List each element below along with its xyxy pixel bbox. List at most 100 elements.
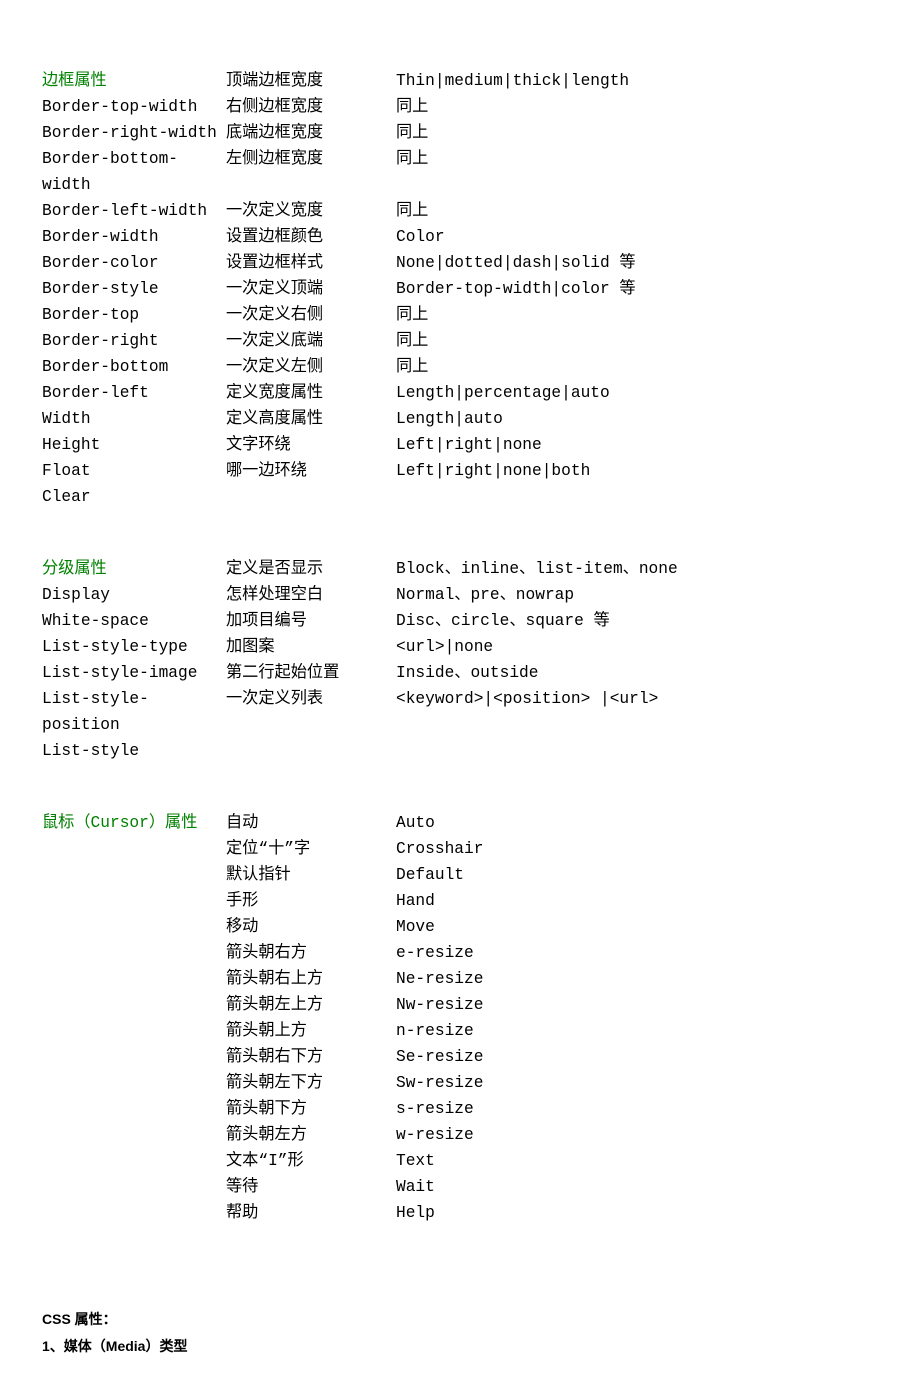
property-name (42, 836, 226, 862)
property-desc: 一次定义宽度 (226, 198, 396, 224)
property-name (42, 1070, 226, 1096)
property-desc: 定义宽度属性 (226, 380, 396, 406)
property-value: Auto (396, 810, 878, 836)
property-row: List-style-position一次定义列表<keyword>|<posi… (42, 686, 878, 738)
property-row: 分级属性定义是否显示Block、inline、list-item、none (42, 556, 878, 582)
property-row: Clear (42, 484, 878, 510)
property-desc: 箭头朝左下方 (226, 1070, 396, 1096)
property-row: 箭头朝右下方Se-resize (42, 1044, 878, 1070)
property-value: Length|auto (396, 406, 878, 432)
property-value: Thin|medium|thick|length (396, 68, 878, 94)
property-desc: 帮助 (226, 1200, 396, 1226)
property-desc: 定义高度属性 (226, 406, 396, 432)
property-desc: 一次定义左侧 (226, 354, 396, 380)
section-heading: 边框属性 (42, 68, 226, 94)
property-name: Border-style (42, 276, 226, 302)
property-value (396, 738, 878, 764)
property-row: White-space加项目编号Disc、circle、square 等 (42, 608, 878, 634)
property-name: Height (42, 432, 226, 458)
property-desc: 自动 (226, 810, 396, 836)
property-name: Width (42, 406, 226, 432)
property-name (42, 1174, 226, 1200)
property-row: Border-top-width右侧边框宽度同上 (42, 94, 878, 120)
property-desc: 第二行起始位置 (226, 660, 396, 686)
property-desc: 箭头朝右下方 (226, 1044, 396, 1070)
section: 鼠标（Cursor）属性自动Auto定位“十”字Crosshair默认指针Def… (42, 810, 878, 1226)
property-name: Border-top-width (42, 94, 226, 120)
property-value: 同上 (396, 146, 878, 198)
property-desc: 加项目编号 (226, 608, 396, 634)
property-row: Width定义高度属性Length|auto (42, 406, 878, 432)
property-value: Sw-resize (396, 1070, 878, 1096)
property-name (42, 940, 226, 966)
property-desc: 一次定义右侧 (226, 302, 396, 328)
property-desc: 箭头朝上方 (226, 1018, 396, 1044)
property-row: List-style-type加图案<url>|none (42, 634, 878, 660)
property-value: <keyword>|<position> |<url> (396, 686, 878, 738)
property-row: 箭头朝左上方Nw-resize (42, 992, 878, 1018)
property-name: Border-width (42, 224, 226, 250)
property-row: Border-right一次定义底端同上 (42, 328, 878, 354)
property-row: Border-style一次定义顶端Border-top-width|color… (42, 276, 878, 302)
property-name: Border-left-width (42, 198, 226, 224)
property-value: 同上 (396, 354, 878, 380)
property-desc: 手形 (226, 888, 396, 914)
property-name: Display (42, 582, 226, 608)
property-name (42, 1096, 226, 1122)
footer-css-props-title: CSS 属性： (42, 1306, 878, 1333)
property-value: Block、inline、list-item、none (396, 556, 878, 582)
property-value: 同上 (396, 120, 878, 146)
property-row: Display怎样处理空白Normal、pre、nowrap (42, 582, 878, 608)
property-name: Border-right-width (42, 120, 226, 146)
property-row: 移动Move (42, 914, 878, 940)
property-value: Left|right|none (396, 432, 878, 458)
property-row: 默认指针Default (42, 862, 878, 888)
property-desc: 箭头朝右上方 (226, 966, 396, 992)
property-row: Border-right-width底端边框宽度同上 (42, 120, 878, 146)
property-value: Left|right|none|both (396, 458, 878, 484)
property-name: List-style-type (42, 634, 226, 660)
property-row: List-style (42, 738, 878, 764)
property-value: Wait (396, 1174, 878, 1200)
property-value: Ne-resize (396, 966, 878, 992)
property-value: Crosshair (396, 836, 878, 862)
property-name: Border-bottom-width (42, 146, 226, 198)
section-heading: 鼠标（Cursor）属性 (42, 810, 226, 836)
property-name: Border-right (42, 328, 226, 354)
property-name: Border-top (42, 302, 226, 328)
property-row: 箭头朝左方w-resize (42, 1122, 878, 1148)
property-row: 箭头朝左下方Sw-resize (42, 1070, 878, 1096)
property-row: List-style-image第二行起始位置Inside、outside (42, 660, 878, 686)
property-name (42, 888, 226, 914)
property-name: List-style-image (42, 660, 226, 686)
property-desc: 箭头朝下方 (226, 1096, 396, 1122)
property-name (42, 1122, 226, 1148)
property-value: w-resize (396, 1122, 878, 1148)
property-name: Border-left (42, 380, 226, 406)
property-value: n-resize (396, 1018, 878, 1044)
property-desc: 默认指针 (226, 862, 396, 888)
property-desc: 文字环绕 (226, 432, 396, 458)
section: 边框属性顶端边框宽度Thin|medium|thick|lengthBorder… (42, 68, 878, 510)
property-row: Float哪一边环绕Left|right|none|both (42, 458, 878, 484)
property-value: s-resize (396, 1096, 878, 1122)
property-name (42, 1148, 226, 1174)
property-desc: 定义是否显示 (226, 556, 396, 582)
property-name (42, 1018, 226, 1044)
property-row: 等待Wait (42, 1174, 878, 1200)
property-value: e-resize (396, 940, 878, 966)
property-name: List-style-position (42, 686, 226, 738)
property-row: 箭头朝下方s-resize (42, 1096, 878, 1122)
property-row: Height文字环绕Left|right|none (42, 432, 878, 458)
property-name: White-space (42, 608, 226, 634)
property-desc: 箭头朝左方 (226, 1122, 396, 1148)
property-value: Help (396, 1200, 878, 1226)
property-desc: 左侧边框宽度 (226, 146, 396, 198)
property-row: 鼠标（Cursor）属性自动Auto (42, 810, 878, 836)
property-name (42, 992, 226, 1018)
property-value: Length|percentage|auto (396, 380, 878, 406)
property-desc: 一次定义列表 (226, 686, 396, 738)
property-row: Border-color设置边框样式None|dotted|dash|solid… (42, 250, 878, 276)
property-name: Clear (42, 484, 226, 510)
property-desc: 怎样处理空白 (226, 582, 396, 608)
